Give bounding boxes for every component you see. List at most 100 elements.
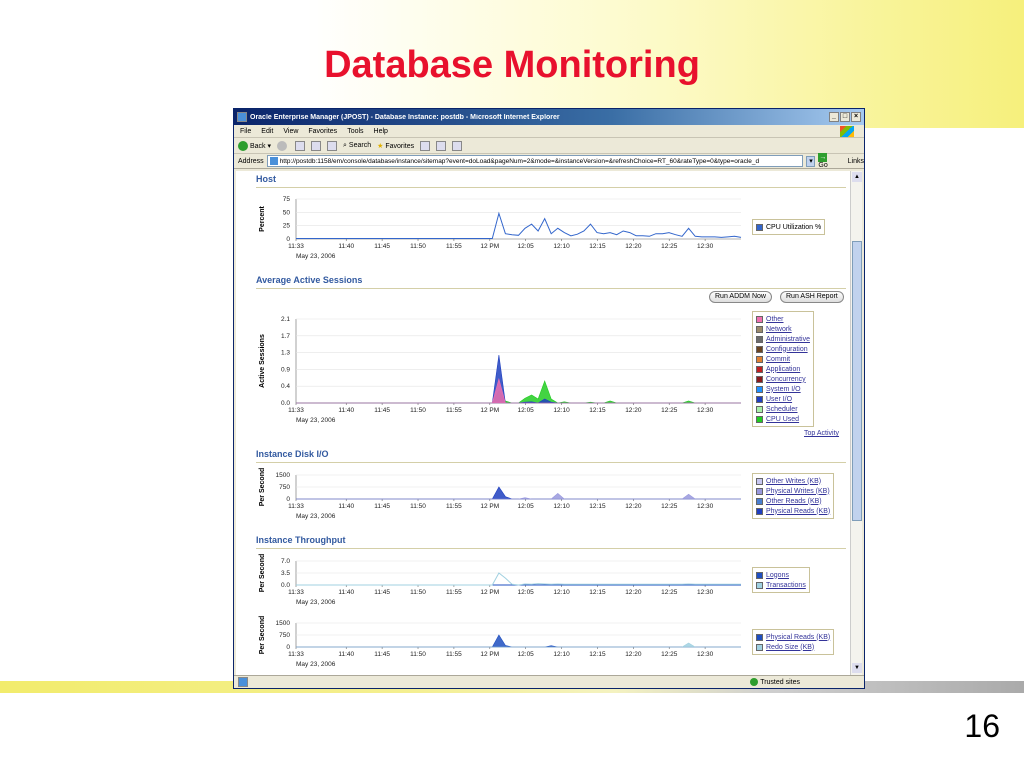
check-icon: [750, 678, 759, 686]
series-area-other: [296, 377, 741, 404]
legend-swatch: [756, 507, 763, 515]
legend-label: Application: [766, 365, 801, 373]
toolbar: Back ▾ ⌕ Search ★ Favorites: [234, 138, 864, 154]
menu-tools[interactable]: Tools: [347, 128, 363, 135]
x-tick-label: 12:20: [625, 651, 642, 658]
page-content: Host Average Active Sessions Run ADDM No…: [236, 171, 850, 675]
close-button[interactable]: ×: [851, 112, 861, 122]
legend-swatch: [756, 325, 763, 333]
ie-icon: [237, 112, 247, 122]
legend-item[interactable]: Administrative: [756, 334, 810, 344]
legend-label: Transactions: [766, 581, 806, 589]
history-icon[interactable]: [420, 140, 431, 151]
back-button[interactable]: Back ▾: [238, 140, 271, 151]
legend-item[interactable]: Logons: [756, 570, 806, 580]
forward-button[interactable]: [277, 140, 288, 151]
favorites-button[interactable]: ★ Favorites: [377, 142, 414, 150]
home-icon[interactable]: [327, 140, 338, 151]
legend-item[interactable]: Redo Size (KB): [756, 642, 830, 652]
legend-item[interactable]: Application: [756, 364, 810, 374]
legend-item[interactable]: Commit: [756, 354, 810, 364]
legend-item[interactable]: CPU Used: [756, 414, 810, 424]
legend-label: Other: [766, 315, 784, 323]
x-tick-label: 11:33: [288, 407, 304, 414]
menu-help[interactable]: Help: [374, 128, 388, 135]
y-tick-label: 2.1: [281, 316, 290, 323]
legend-label: Commit: [766, 355, 791, 363]
x-tick-label: 11:55: [446, 503, 462, 510]
x-tick-label: 11:50: [410, 651, 426, 658]
legend-swatch: [756, 633, 763, 641]
x-tick-label: 11:33: [288, 651, 304, 658]
scroll-up-icon[interactable]: ▲: [852, 172, 862, 182]
slide-title: Database Monitoring: [324, 44, 700, 86]
legend-swatch: [756, 385, 763, 393]
browser-window: Oracle Enterprise Manager (JPOST) - Data…: [233, 108, 865, 689]
legend-label: Other Reads (KB): [766, 497, 822, 505]
x-tick-label: 11:55: [446, 651, 462, 658]
slide: Database Monitoring 16 Oracle Enterprise…: [0, 0, 1024, 768]
legend-item[interactable]: Concurrency: [756, 374, 810, 384]
x-tick-label: 11:33: [288, 589, 304, 596]
date-label: May 23, 2006: [296, 417, 336, 424]
links-button[interactable]: Links: [848, 158, 864, 165]
menu-file[interactable]: File: [240, 128, 251, 135]
legend-swatch: [756, 223, 763, 231]
menu-view[interactable]: View: [283, 128, 298, 135]
refresh-icon[interactable]: [311, 140, 322, 151]
y-tick-label: 1.7: [281, 333, 290, 340]
legend-swatch: [756, 405, 763, 413]
legend-item[interactable]: Other Reads (KB): [756, 496, 830, 506]
legend-item[interactable]: System I/O: [756, 384, 810, 394]
x-tick-label: 12:20: [625, 243, 642, 250]
maximize-button[interactable]: □: [840, 112, 850, 122]
scroll-thumb[interactable]: [852, 241, 862, 521]
scroll-down-icon[interactable]: ▼: [852, 663, 862, 673]
go-button[interactable]: →Go: [818, 153, 838, 169]
x-tick-label: 11:55: [446, 243, 462, 250]
legend-item[interactable]: Network: [756, 324, 810, 334]
y-axis-label: Per Second: [259, 616, 266, 655]
legend-label: Redo Size (KB): [766, 643, 815, 651]
legend-item[interactable]: Transactions: [756, 580, 806, 590]
legend-item[interactable]: Physical Writes (KB): [756, 486, 830, 496]
mail-icon[interactable]: [436, 140, 447, 151]
legend-item[interactable]: Other Writes (KB): [756, 476, 830, 486]
search-button[interactable]: ⌕ Search: [343, 142, 371, 150]
legend-item[interactable]: Physical Reads (KB): [756, 506, 830, 516]
y-tick-label: 3.5: [281, 570, 290, 577]
legend-swatch: [756, 355, 763, 363]
legend-sessions: Other Network Administrative Configuration C…: [752, 311, 814, 427]
address-dropdown-icon[interactable]: ▾: [806, 155, 816, 167]
date-label: May 23, 2006: [296, 661, 336, 668]
x-tick-label: 12:05: [518, 503, 535, 510]
x-tick-label: 12:25: [661, 503, 678, 510]
menu-edit[interactable]: Edit: [261, 128, 273, 135]
date-label: May 23, 2006: [296, 253, 336, 260]
x-tick-label: 12:25: [661, 243, 678, 250]
x-tick-label: 11:55: [446, 589, 462, 596]
vertical-scrollbar[interactable]: ▲ ▼: [850, 171, 862, 675]
legend-item[interactable]: Scheduler: [756, 404, 810, 414]
x-tick-label: 12 PM: [480, 243, 499, 250]
legend-label: Other Writes (KB): [766, 477, 822, 485]
stop-icon[interactable]: [295, 140, 306, 151]
x-tick-label: 12:20: [625, 407, 642, 414]
x-tick-label: 11:40: [338, 243, 354, 250]
address-input[interactable]: http://postdb:1158/em/console/database/i…: [266, 155, 804, 167]
menu-favorites[interactable]: Favorites: [308, 128, 337, 135]
print-icon[interactable]: [452, 140, 463, 151]
y-tick-label: 25: [283, 223, 291, 230]
back-arrow-icon: [238, 140, 248, 151]
legend-item[interactable]: Other: [756, 314, 810, 324]
legend-label: User I/O: [766, 395, 793, 403]
x-tick-label: 11:45: [374, 503, 390, 510]
minimize-button[interactable]: _: [829, 112, 839, 122]
x-tick-label: 11:50: [410, 503, 426, 510]
y-tick-label: 75: [283, 196, 291, 203]
legend-host: CPU Utilization %: [752, 219, 826, 235]
y-tick-label: 1500: [276, 472, 291, 479]
legend-item[interactable]: Physical Reads (KB): [756, 632, 830, 642]
legend-item[interactable]: User I/O: [756, 394, 810, 404]
legend-item[interactable]: Configuration: [756, 344, 810, 354]
